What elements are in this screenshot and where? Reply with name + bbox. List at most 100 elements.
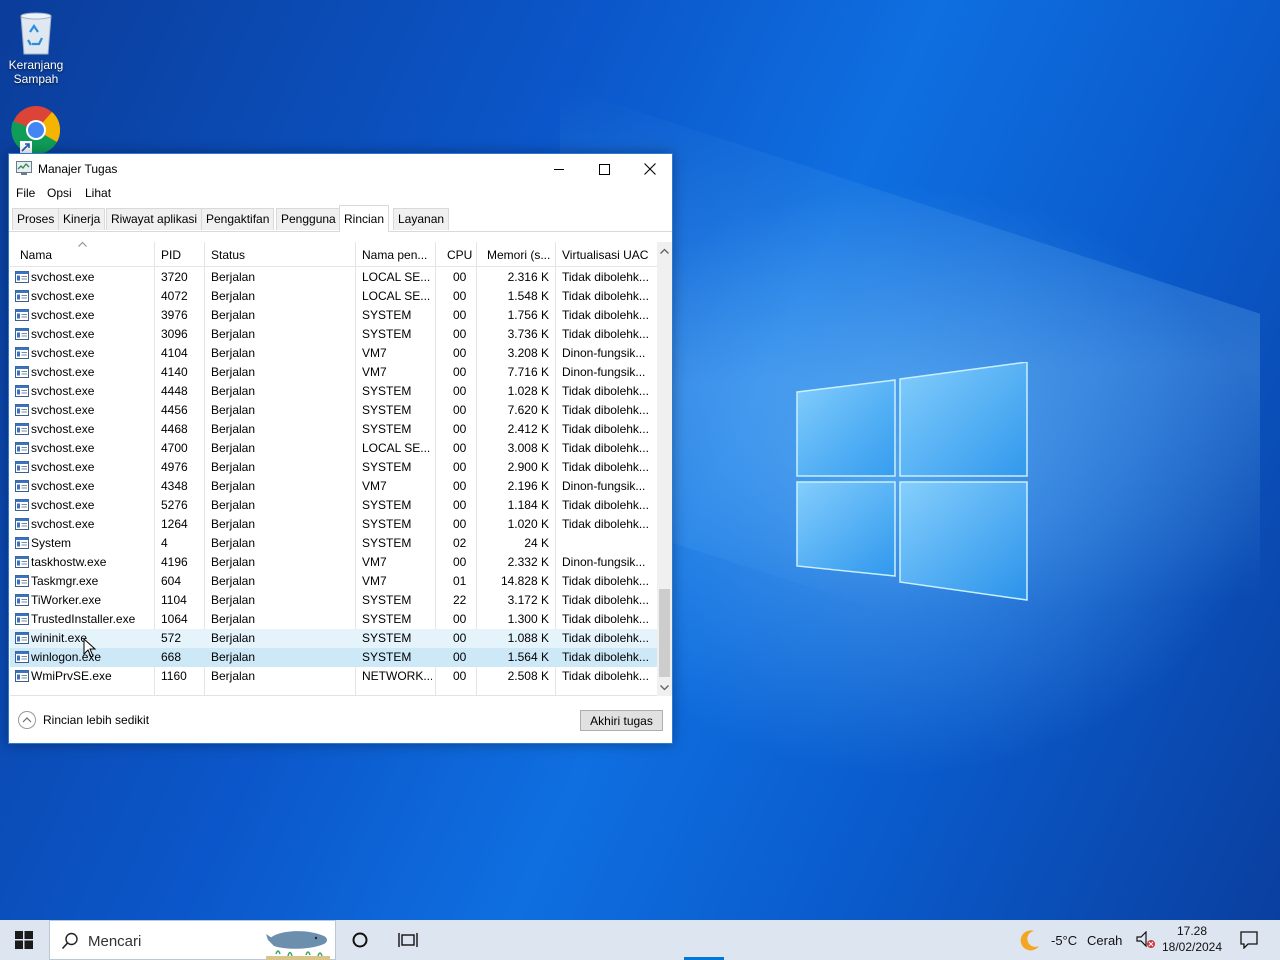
- tab-kinerja[interactable]: Kinerja: [58, 208, 106, 230]
- vertical-scrollbar[interactable]: [657, 242, 672, 696]
- tab-pengaktifan[interactable]: Pengaktifan: [201, 208, 275, 230]
- table-row[interactable]: svchost.exe 4104 Berjalan VM7 00 3.208 K Dinon…: [10, 344, 657, 363]
- cell-pid: 4140: [161, 365, 188, 379]
- table-row[interactable]: svchost.exe 4468 Berjalan SYSTEM 00 2.412 K Ti…: [10, 420, 657, 439]
- table-row[interactable]: svchost.exe 3096 Berjalan SYSTEM 00 3.736 K Ti…: [10, 325, 657, 344]
- cell-cpu: 00: [453, 555, 467, 569]
- cell-user: SYSTEM: [362, 631, 412, 645]
- table-row[interactable]: TiWorker.exe 1104 Berjalan SYSTEM 22 3.172 K T…: [10, 591, 657, 610]
- details-table[interactable]: Nama PID Status Nama pen... CPU Memori (…: [10, 242, 672, 696]
- desktop-icon-recycle-bin[interactable]: Keranjang Sampah: [0, 8, 72, 86]
- close-button[interactable]: [627, 154, 673, 184]
- table-row[interactable]: wininit.exe 572 Berjalan SYSTEM 00 1.088 K Tid…: [10, 629, 657, 648]
- tab-pengguna[interactable]: Pengguna: [276, 208, 341, 230]
- maximize-button[interactable]: [581, 154, 627, 184]
- cell-user: LOCAL SE...: [362, 441, 431, 455]
- task-manager-window[interactable]: Manajer Tugas File Opsi Lihat Proses Kin…: [8, 153, 673, 744]
- table-row[interactable]: TrustedInstaller.exe 1064 Berjalan SYSTEM 00…: [10, 610, 657, 629]
- cell-pid: 604: [161, 574, 182, 588]
- cell-status: Berjalan: [211, 517, 256, 531]
- cell-cpu: 00: [453, 479, 467, 493]
- table-row[interactable]: svchost.exe 4700 Berjalan LOCAL SE... 00 3.00…: [10, 439, 657, 458]
- table-row[interactable]: svchost.exe 4448 Berjalan SYSTEM 00 1.028 K Ti…: [10, 382, 657, 401]
- column-header-nama-pengguna[interactable]: Nama pen...: [362, 242, 432, 267]
- cell-user: LOCAL SE...: [362, 270, 431, 284]
- cell-status: Berjalan: [211, 498, 256, 512]
- cell-mem: 1.564 K: [507, 650, 549, 664]
- process-icon: [15, 575, 29, 587]
- table-row[interactable]: svchost.exe 5276 Berjalan SYSTEM 00 1.184 K Ti…: [10, 496, 657, 515]
- table-row[interactable]: svchost.exe 1264 Berjalan SYSTEM 00 1.020 K Ti…: [10, 515, 657, 534]
- chevron-up-circle-icon: [18, 711, 36, 729]
- table-row[interactable]: Taskmgr.exe 604 Berjalan VM7 01 14.828 K Tidak…: [10, 572, 657, 591]
- process-icon: [15, 537, 29, 549]
- table-row[interactable]: taskhostw.exe 4196 Berjalan VM7 00 2.332 K Din…: [10, 553, 657, 572]
- cell-user: NETWORK...: [362, 669, 432, 683]
- cell-mem: 1.184 K: [507, 498, 549, 512]
- desktop-icon-chrome[interactable]: [0, 105, 72, 153]
- cell-mem: 3.172 K: [507, 593, 549, 607]
- cell-cpu: 00: [453, 384, 467, 398]
- clock[interactable]: 17.28 18/02/2024: [1160, 923, 1224, 957]
- cell-cpu: 00: [453, 403, 467, 417]
- table-row[interactable]: svchost.exe 4140 Berjalan VM7 00 7.716 K Dinon…: [10, 363, 657, 382]
- table-row[interactable]: svchost.exe 4456 Berjalan SYSTEM 00 7.620 K Ti…: [10, 401, 657, 420]
- menu-lihat[interactable]: Lihat: [85, 186, 111, 200]
- close-icon: [644, 163, 656, 175]
- scrollbar-thumb[interactable]: [659, 589, 670, 677]
- column-header-cpu[interactable]: CPU: [447, 242, 475, 267]
- cell-mem: 3.208 K: [507, 346, 549, 360]
- taskbar-search-box[interactable]: Mencari: [49, 920, 336, 960]
- cell-uac: Tidak dibolehk...: [562, 669, 649, 683]
- process-icon: [15, 556, 29, 568]
- task-view-button[interactable]: [390, 920, 424, 960]
- cell-mem: 2.316 K: [507, 270, 549, 284]
- weather-widget[interactable]: -5°C Cerah: [1014, 920, 1130, 960]
- cell-uac: Tidak dibolehk...: [562, 650, 649, 664]
- tab-riwayat-aplikasi[interactable]: Riwayat aplikasi: [106, 208, 203, 230]
- cell-cpu: 00: [453, 289, 467, 303]
- column-header-nama[interactable]: Nama: [20, 242, 150, 267]
- scroll-down-icon[interactable]: [657, 680, 672, 695]
- tab-proses[interactable]: Proses: [12, 208, 60, 230]
- cell-cpu: 00: [453, 498, 467, 512]
- table-row[interactable]: svchost.exe 4976 Berjalan SYSTEM 00 2.900 K Ti…: [10, 458, 657, 477]
- cell-name: svchost.exe: [31, 308, 95, 322]
- cell-name: svchost.exe: [31, 460, 95, 474]
- table-row[interactable]: winlogon.exe 668 Berjalan SYSTEM 00 1.564 K Ti…: [10, 648, 657, 667]
- fewer-details-toggle[interactable]: Rincian lebih sedikit: [17, 710, 167, 730]
- cell-status: Berjalan: [211, 555, 256, 569]
- column-header-pid[interactable]: PID: [161, 242, 201, 267]
- table-row[interactable]: System 4 Berjalan SYSTEM 02 24 K: [10, 534, 657, 553]
- scroll-up-icon[interactable]: [657, 244, 672, 259]
- cell-pid: 3720: [161, 270, 188, 284]
- menu-opsi[interactable]: Opsi: [47, 186, 72, 200]
- cell-status: Berjalan: [211, 669, 256, 683]
- process-icon: [15, 480, 29, 492]
- start-button[interactable]: [0, 920, 48, 960]
- volume-muted-icon: [1136, 931, 1155, 948]
- minimize-button[interactable]: [536, 154, 582, 184]
- tab-layanan[interactable]: Layanan: [393, 208, 450, 230]
- cell-pid: 4196: [161, 555, 188, 569]
- column-header-memori[interactable]: Memori (s...: [487, 242, 552, 267]
- process-icon: [15, 632, 29, 644]
- table-row[interactable]: svchost.exe 4348 Berjalan VM7 00 2.196 K Dinon…: [10, 477, 657, 496]
- menu-file[interactable]: File: [16, 186, 35, 200]
- column-header-status[interactable]: Status: [211, 242, 351, 267]
- table-row[interactable]: WmiPrvSE.exe 1160 Berjalan NETWORK... 00 2.50…: [10, 667, 657, 686]
- title-bar[interactable]: Manajer Tugas: [9, 154, 672, 184]
- cell-uac: Dinon-fungsik...: [562, 346, 646, 360]
- table-row[interactable]: svchost.exe 3720 Berjalan LOCAL SE... 00 2.31…: [10, 268, 657, 287]
- action-center-button[interactable]: [1232, 920, 1266, 960]
- table-row[interactable]: svchost.exe 4072 Berjalan LOCAL SE... 00 1.54…: [10, 287, 657, 306]
- cell-mem: 7.716 K: [507, 365, 549, 379]
- weather-temperature: -5°C: [1051, 933, 1078, 948]
- cortana-button[interactable]: [344, 920, 376, 960]
- table-row[interactable]: svchost.exe 3976 Berjalan SYSTEM 00 1.756 K Ti…: [10, 306, 657, 325]
- volume-button[interactable]: [1134, 920, 1158, 960]
- end-task-button[interactable]: Akhiri tugas: [580, 710, 663, 731]
- cell-status: Berjalan: [211, 479, 256, 493]
- tab-rincian[interactable]: Rincian: [339, 205, 390, 232]
- column-header-virtualisasi-uac[interactable]: Virtualisasi UAC: [562, 242, 657, 267]
